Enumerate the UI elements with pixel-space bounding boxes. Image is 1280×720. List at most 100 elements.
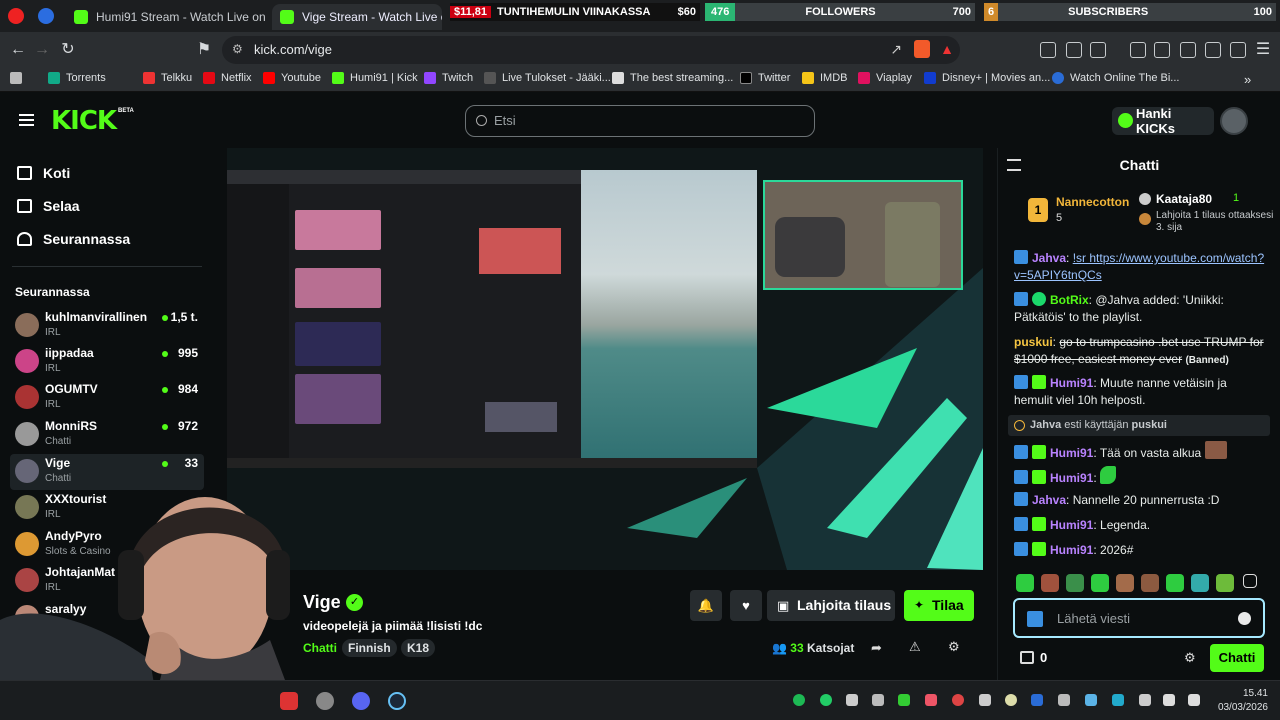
app-taskbar-icon[interactable]	[316, 692, 334, 710]
emoji-icon[interactable]	[1238, 612, 1251, 625]
sidebar-item-browse[interactable]: Selaa	[17, 198, 80, 214]
reload-icon[interactable]: ↻	[58, 40, 78, 60]
bookmark-icon[interactable]: ⚑	[194, 40, 214, 60]
emote-icon[interactable]	[1191, 574, 1209, 592]
chat-username[interactable]: BotRix	[1050, 293, 1089, 307]
stream-category[interactable]: Chatti	[303, 641, 337, 655]
extension-icon[interactable]	[1040, 42, 1056, 58]
bookmark-viaplay[interactable]: Viaplay	[858, 72, 912, 84]
usb-icon[interactable]	[1058, 694, 1070, 706]
system-clock[interactable]: 15.41 03/03/2026	[1218, 687, 1268, 715]
emote-icon[interactable]	[1216, 574, 1234, 592]
emote-icon[interactable]	[1016, 574, 1034, 592]
send-chat-button[interactable]: Chatti	[1210, 644, 1264, 672]
xbox-icon[interactable]	[820, 694, 832, 706]
emote-icon[interactable]	[1141, 574, 1159, 592]
kick-logo[interactable]: KICK	[51, 106, 117, 136]
brave-shield-icon[interactable]	[914, 40, 930, 58]
emote-icon[interactable]	[1066, 574, 1084, 592]
tray-app-icon[interactable]	[979, 694, 991, 706]
followed-channel[interactable]: OGUMTV IRL 984	[10, 380, 204, 416]
chat-username[interactable]: Jahva	[1032, 251, 1066, 265]
bookmark-youtube[interactable]: Youtube	[263, 72, 321, 84]
leo-ai-icon[interactable]	[1205, 42, 1221, 58]
emote-icon[interactable]	[1166, 574, 1184, 592]
puzzle-icon[interactable]	[1066, 42, 1082, 58]
sidebar-item-following[interactable]: Seurannassa	[17, 231, 130, 247]
notification-bell-button[interactable]: 🔔	[690, 590, 722, 621]
report-warning-icon[interactable]: ⚠	[909, 639, 921, 655]
share-icon[interactable]: ↗	[890, 41, 902, 58]
user-avatar[interactable]	[1220, 107, 1248, 135]
chat-username[interactable]: Jahva	[1032, 493, 1066, 507]
tab-vige[interactable]: Vige Stream - Watch Live on Kick	[272, 4, 442, 30]
followed-channel[interactable]: iippadaa IRL 995	[10, 344, 204, 380]
sidebar-item-home[interactable]: Koti	[17, 165, 70, 181]
emote-icon[interactable]	[1041, 574, 1059, 592]
address-bar[interactable]: ⚙ kick.com/vige ↗ ▲	[222, 36, 960, 64]
bookmark-imdb[interactable]: IMDB	[802, 72, 848, 84]
defender-icon[interactable]	[1112, 694, 1124, 706]
screenshot-icon[interactable]	[1090, 42, 1106, 58]
followed-channel[interactable]: MonniRS Chatti 972	[10, 417, 204, 453]
site-settings-icon[interactable]: ⚙	[232, 42, 243, 56]
apps-grid-icon[interactable]	[10, 72, 28, 84]
spotify-icon[interactable]	[793, 694, 805, 706]
steam-icon[interactable]	[388, 692, 406, 710]
tray-app-icon[interactable]	[925, 694, 937, 706]
youtube-pinned-tab-icon[interactable]	[8, 8, 24, 24]
discord-icon[interactable]	[352, 692, 370, 710]
app-taskbar-icon[interactable]	[280, 692, 298, 710]
streamer-name[interactable]: Vige	[303, 592, 341, 613]
bookmark-torrents[interactable]: Torrents	[48, 72, 106, 84]
chat-username[interactable]: puskui	[1014, 335, 1053, 349]
microphone-icon[interactable]	[1139, 694, 1151, 706]
emote-icon[interactable]	[1116, 574, 1134, 592]
play-icon[interactable]	[898, 694, 910, 706]
subscribe-button[interactable]: ✦ Tilaa	[904, 590, 974, 621]
forward-arrow-icon[interactable]: →	[32, 40, 52, 60]
back-arrow-icon[interactable]: ←	[8, 40, 28, 60]
menu-icon[interactable]: ☰	[1253, 40, 1273, 60]
bookmark-watch-online[interactable]: Watch Online The Bi...	[1052, 72, 1179, 84]
media-pinned-tab-icon[interactable]	[38, 8, 54, 24]
tray-app-icon[interactable]	[1005, 694, 1017, 706]
tab-humi91[interactable]: Humi91 Stream - Watch Live on Kick	[66, 4, 266, 30]
volume-icon[interactable]	[1163, 694, 1175, 706]
network-icon[interactable]	[1188, 694, 1200, 706]
followed-channel-selected[interactable]: Vige Chatti 33	[10, 454, 204, 490]
followed-channel[interactable]: kuhlmanvirallinen IRL 1,5 t.	[10, 308, 204, 344]
user-settings-icon[interactable]: ⚙	[948, 639, 960, 655]
share-icon[interactable]: ➦	[871, 640, 882, 656]
music-icon[interactable]	[1130, 42, 1146, 58]
chat-username[interactable]: Humi91	[1050, 446, 1093, 460]
bookmark-live-tulokset[interactable]: Live Tulokset - Jääki...	[484, 72, 611, 84]
get-kicks-button[interactable]: Hanki KICKs	[1112, 106, 1214, 136]
tray-app-icon[interactable]	[952, 694, 964, 706]
brave-rewards-icon[interactable]: ▲	[940, 41, 954, 57]
search-input[interactable]: Etsi	[465, 105, 815, 137]
tray-app-icon[interactable]	[872, 694, 884, 706]
video-player[interactable]	[227, 148, 983, 570]
hamburger-menu-icon[interactable]	[19, 114, 34, 126]
cloud-icon[interactable]	[846, 694, 858, 706]
vpn-icon[interactable]	[1230, 42, 1246, 58]
emote-picker-icon[interactable]	[1243, 574, 1257, 588]
sidebar-icon[interactable]	[1154, 42, 1170, 58]
follow-heart-button[interactable]: ♥	[730, 590, 762, 621]
bookmark-twitch[interactable]: Twitch	[424, 72, 473, 84]
kicks-wallet-icon[interactable]	[1020, 651, 1034, 664]
chat-message-input[interactable]: Lähetä viesti	[1013, 598, 1265, 638]
tag-k18[interactable]: K18	[401, 639, 436, 657]
bookmark-best-streaming[interactable]: The best streaming...	[612, 72, 733, 84]
chat-username[interactable]: Humi91	[1050, 376, 1093, 390]
chat-settings-gear-icon[interactable]: ⚙	[1184, 650, 1196, 666]
bookmark-humi91-kick[interactable]: Humi91 | Kick	[332, 72, 418, 84]
chat-username[interactable]: Humi91	[1050, 518, 1093, 532]
bookmark-disney[interactable]: Disney+ | Movies an...	[924, 72, 1050, 84]
steam-tray-icon[interactable]	[1085, 694, 1097, 706]
wallet-icon[interactable]	[1180, 42, 1196, 58]
gift-sub-button[interactable]: ▣ Lahjoita tilaus	[767, 590, 895, 621]
tag-finnish[interactable]: Finnish	[342, 639, 397, 657]
bookmark-netflix[interactable]: Netflix	[203, 72, 252, 84]
